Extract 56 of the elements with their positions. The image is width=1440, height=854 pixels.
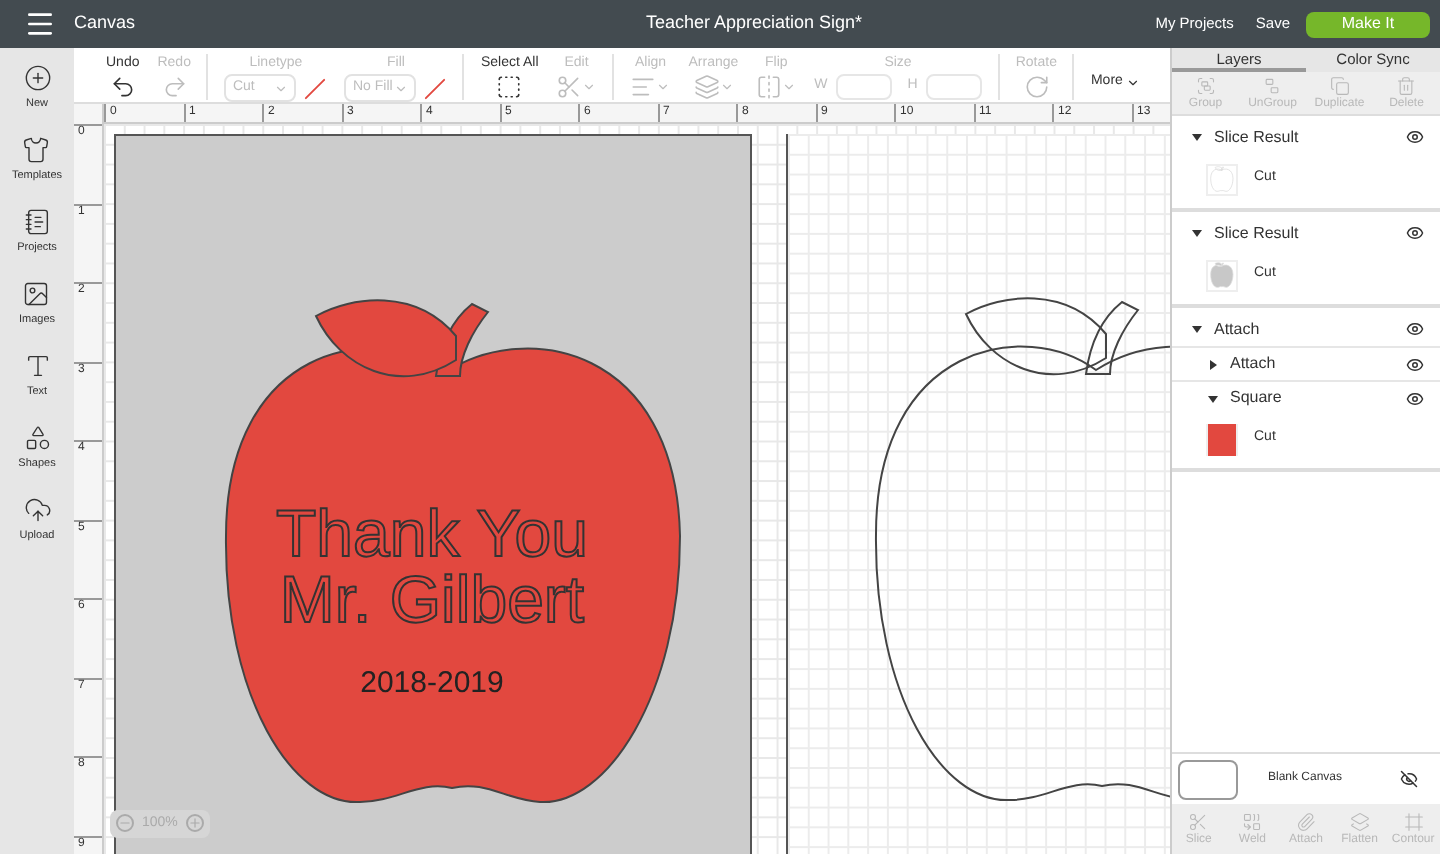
frame-icon (1403, 811, 1424, 831)
layer-name[interactable]: Slice Result (1214, 125, 1394, 149)
flip-icon (756, 74, 783, 100)
shapes-icon (23, 424, 51, 452)
align-icon (630, 74, 657, 100)
layer-name[interactable]: Square (1230, 386, 1394, 410)
caret-icon (274, 81, 289, 95)
eye-icon[interactable] (1406, 224, 1424, 242)
project-title: Teacher Appreciation Sign* (643, 10, 865, 37)
caret-icon (394, 81, 409, 95)
undo-button[interactable] (109, 74, 136, 100)
dashed-square-icon (496, 74, 523, 100)
shirt-icon (22, 136, 51, 164)
caret-icon (782, 80, 797, 94)
year-text: 2018-2019 (360, 666, 504, 700)
caret-icon (1126, 76, 1141, 90)
caret-icon (582, 80, 597, 94)
redo-icon (161, 74, 188, 100)
color-swatch-icon (304, 77, 327, 99)
layer-name[interactable]: Slice Result (1214, 221, 1394, 245)
caret-icon[interactable] (1208, 359, 1218, 369)
paperclip-icon (1295, 811, 1316, 831)
caret-icon (656, 80, 671, 94)
trash-icon (1396, 75, 1417, 95)
undo-icon (109, 74, 136, 100)
menu-icon[interactable] (24, 8, 56, 40)
caret-icon[interactable] (1192, 324, 1202, 334)
blank-canvas-thumbnail (1178, 759, 1238, 799)
caret-icon[interactable] (1192, 132, 1202, 142)
eye-icon[interactable] (1406, 320, 1424, 338)
stack-icon (693, 74, 720, 100)
caret-icon[interactable] (1208, 393, 1218, 403)
eye-icon[interactable] (1406, 128, 1424, 146)
layers-icon (1349, 811, 1370, 831)
weld-icon (1242, 811, 1263, 831)
eye-icon[interactable] (1406, 355, 1424, 373)
section-title: Canvas (74, 10, 138, 37)
select-all-button[interactable] (496, 74, 523, 100)
layer-name[interactable]: Attach (1214, 317, 1394, 341)
scissors-icon (556, 74, 583, 100)
scissors-icon (1188, 811, 1209, 831)
color-swatch-icon (424, 77, 447, 99)
notebook-icon (23, 208, 51, 236)
layer-name[interactable]: Attach (1230, 352, 1394, 376)
eye-slash-icon[interactable] (1400, 770, 1418, 788)
caret-icon (719, 80, 734, 94)
letter-t-icon (23, 352, 51, 380)
cloud-upload-icon (23, 496, 51, 524)
caret-icon[interactable] (1192, 228, 1202, 238)
plus-circle-icon (23, 64, 51, 92)
eye-icon[interactable] (1406, 389, 1424, 407)
ungroup-icon (1262, 75, 1283, 95)
group-icon (1195, 75, 1216, 95)
image-icon (22, 280, 51, 308)
copy-icon (1329, 75, 1350, 95)
rotate-icon (1023, 74, 1050, 100)
